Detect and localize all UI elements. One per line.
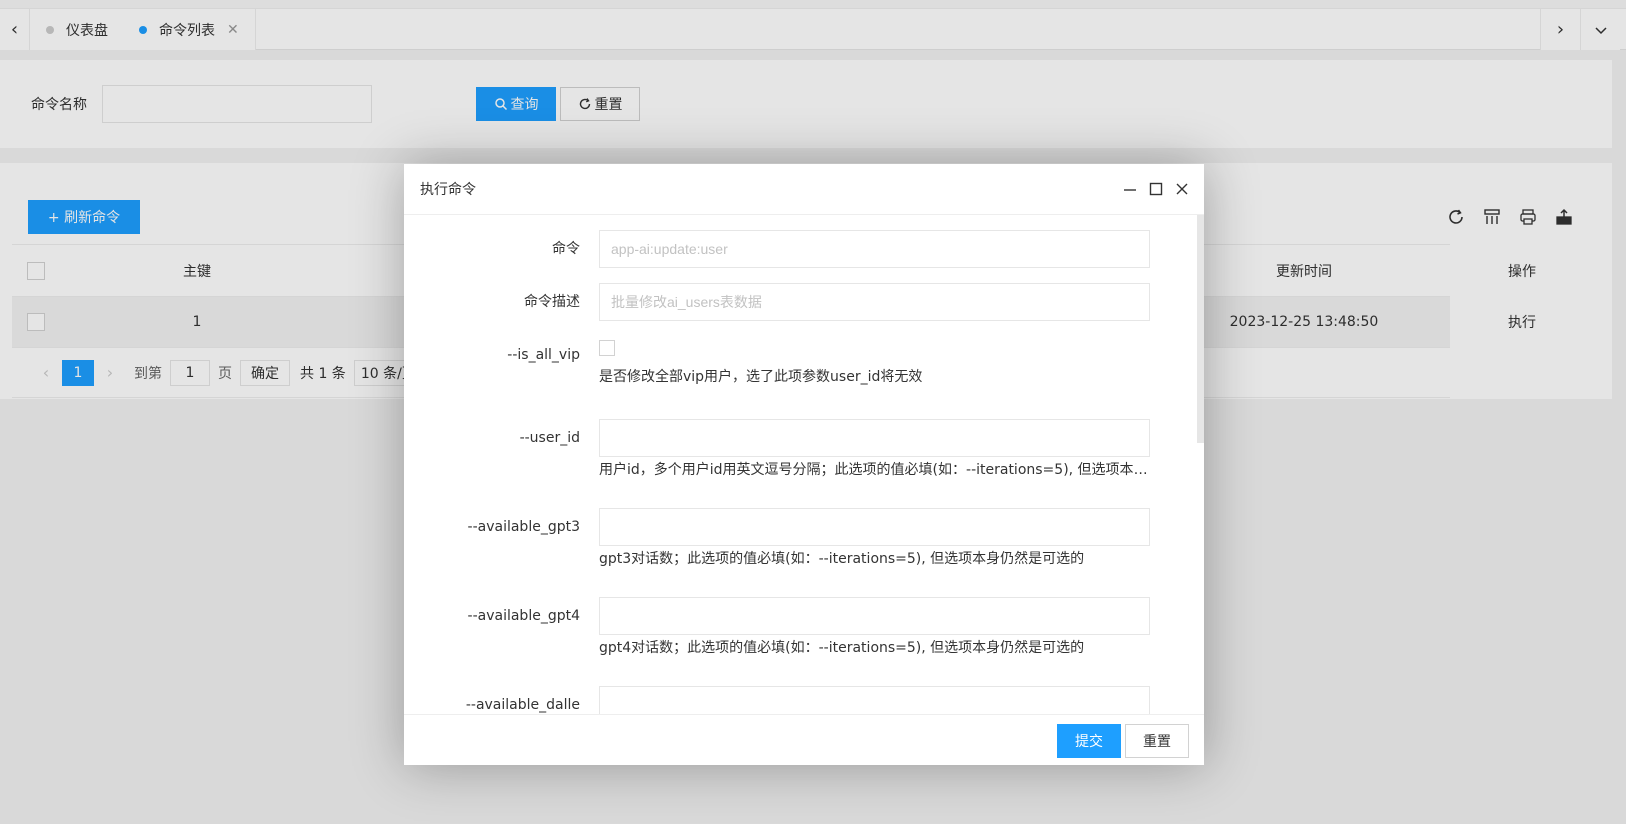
submit-button[interactable]: 提交 [1057,724,1121,758]
command-description-input[interactable]: 批量修改ai_users表数据 [599,283,1150,321]
dialog-body[interactable]: 命令 app-ai:update:user 命令描述 批量修改ai_users表… [404,215,1204,714]
field-help: gpt4对话数；此选项的值必填(如：--iterations=5), 但选项本身… [599,640,1085,656]
field-help: 是否修改全部vip用户，选了此项参数user_id将无效 [599,369,923,385]
is-all-vip-checkbox[interactable] [599,340,615,356]
dialog-header: 执行命令 [404,164,1204,215]
maximize-icon[interactable] [1148,180,1164,198]
available-dalle-input[interactable] [599,686,1150,714]
field-label: --available_gpt4 [467,608,580,624]
field-help: 用户id，多个用户id用英文逗号分隔；此选项的值必填(如：--iteration… [599,462,1150,478]
minimize-icon[interactable] [1122,180,1138,198]
field-help: gpt3对话数；此选项的值必填(如：--iterations=5), 但选项本身… [599,551,1085,567]
available-gpt4-input[interactable] [599,597,1150,635]
user-id-input[interactable] [599,419,1150,457]
dialog-reset-button[interactable]: 重置 [1125,724,1189,758]
field-label: 命令描述 [524,294,580,310]
field-label: --is_all_vip [507,347,580,363]
command-input[interactable]: app-ai:update:user [599,230,1150,268]
field-label: --user_id [519,430,580,446]
dialog-scrollbar[interactable] [1197,215,1204,443]
field-label: 命令 [552,241,580,257]
available-gpt3-input[interactable] [599,508,1150,546]
execute-command-dialog: 执行命令 命令 app-ai:update:user 命令描述 批量修改ai_u… [404,164,1204,765]
dialog-footer: 提交 重置 [404,714,1204,765]
field-label: --available_gpt3 [467,519,580,535]
field-label: --available_dalle [465,697,580,713]
close-icon[interactable] [1174,180,1190,198]
dialog-title: 执行命令 [420,182,476,198]
